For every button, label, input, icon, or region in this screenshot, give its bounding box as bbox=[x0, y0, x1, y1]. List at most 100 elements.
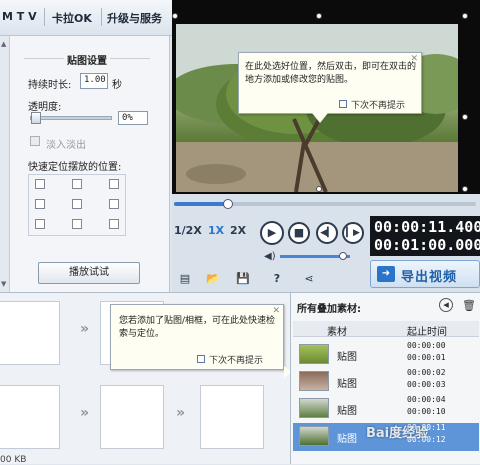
tab-divider bbox=[44, 8, 45, 26]
chevron-right-icon: » bbox=[80, 405, 90, 421]
share-icon[interactable]: ⋖ bbox=[302, 272, 316, 286]
storyboard-slot[interactable] bbox=[100, 385, 164, 449]
material-name: 贴图 bbox=[337, 379, 357, 390]
resize-handle[interactable] bbox=[462, 114, 468, 120]
previous-frame-button[interactable]: ◀▎ bbox=[316, 222, 338, 244]
column-time: 起止时间 bbox=[407, 327, 447, 338]
tab-karaoke[interactable]: 卡拉OK bbox=[52, 10, 92, 26]
tab-mtv[interactable]: M T V bbox=[2, 10, 37, 23]
progress-fill bbox=[174, 202, 229, 206]
position-top-left[interactable] bbox=[35, 179, 45, 189]
position-bottom-left[interactable] bbox=[35, 219, 45, 229]
chevron-right-icon: » bbox=[80, 321, 90, 337]
material-start: 00:00:02 bbox=[407, 368, 446, 377]
scroll-down-icon[interactable]: ▼ bbox=[1, 280, 6, 288]
preview-tip-bubble: ✕ 在此处选好位置，然后双击，即可在双击的地方添加或修改您的贴图。 下次不再提示 bbox=[238, 52, 422, 114]
resize-handle[interactable] bbox=[462, 13, 468, 19]
left-scroll-strip[interactable]: ▲ ▼ bbox=[0, 36, 10, 292]
tab-upgrade-service[interactable]: 升级与服务 bbox=[107, 10, 162, 26]
preview-tip-text: 在此处选好位置，然后双击，即可在双击的地方添加或修改您的贴图。 bbox=[245, 62, 417, 85]
volume-icon[interactable]: ◀) bbox=[264, 251, 276, 262]
speed-half[interactable]: 1/2X bbox=[174, 224, 202, 237]
watermark-logo: Bai度经验 bbox=[366, 426, 429, 441]
next-frame-button[interactable]: ▎▶ bbox=[342, 222, 364, 244]
previous-icon: ◀▎ bbox=[320, 228, 334, 238]
position-grid bbox=[28, 174, 126, 236]
export-video-label: 导出视频 bbox=[401, 270, 458, 285]
trash-icon[interactable]: 🗑 bbox=[461, 298, 477, 314]
storyboard-slot[interactable] bbox=[200, 385, 264, 449]
open-folder-icon[interactable]: 📂 bbox=[206, 272, 220, 286]
chevron-right-icon: » bbox=[176, 405, 186, 421]
current-time: 00:00:11.400 bbox=[374, 218, 480, 236]
storyboard-tip-text: 您若添加了贴图/相框，可在此处快速检索与定位。 bbox=[119, 316, 276, 339]
volume-thumb[interactable] bbox=[339, 252, 347, 260]
new-project-icon[interactable]: ▤ bbox=[178, 272, 192, 286]
export-video-button[interactable]: ➜ 导出视频 bbox=[370, 260, 480, 288]
speed-normal[interactable]: 1X bbox=[208, 224, 224, 237]
time-display: 00:00:11.400 00:01:00.000 bbox=[370, 216, 480, 256]
position-middle-left[interactable] bbox=[35, 199, 45, 209]
column-material: 素材 bbox=[327, 327, 347, 338]
play-button[interactable]: ▶ bbox=[260, 221, 284, 245]
stop-icon: ■ bbox=[293, 226, 305, 239]
position-top-center[interactable] bbox=[72, 179, 82, 189]
preview-tip-checkbox-label: 下次不再提示 bbox=[351, 101, 406, 111]
resize-handle[interactable] bbox=[462, 186, 468, 192]
speed-double[interactable]: 2X bbox=[230, 224, 246, 237]
scroll-up-icon[interactable]: ▲ bbox=[1, 40, 6, 48]
resize-handle[interactable] bbox=[316, 186, 322, 192]
material-row[interactable]: 贴图 00:00:00 00:00:01 bbox=[293, 341, 479, 369]
material-start: 00:00:00 bbox=[407, 341, 446, 350]
storyboard-slot[interactable] bbox=[0, 385, 60, 449]
storyboard-slot[interactable] bbox=[0, 301, 60, 365]
save-icon[interactable]: 💾 bbox=[236, 272, 250, 286]
storyboard-tip-bubble: ✕ 您若添加了贴图/相框，可在此处快速检索与定位。 下次不再提示 bbox=[110, 304, 284, 370]
preview-tip-checkbox[interactable] bbox=[339, 100, 347, 108]
playback-controls: 1/2X 1X 2X ▶ ■ ◀▎ ▎▶ 00:00:11.400 00:01:… bbox=[172, 194, 480, 292]
opacity-slider[interactable] bbox=[30, 112, 112, 124]
material-thumbnail bbox=[299, 371, 329, 391]
progress-bar[interactable] bbox=[174, 199, 476, 209]
duration-label: 持续时长: bbox=[28, 80, 72, 91]
opacity-label: 透明度: bbox=[28, 102, 62, 113]
position-top-right[interactable] bbox=[109, 179, 119, 189]
help-icon[interactable]: ? bbox=[270, 272, 284, 286]
material-start: 00:00:04 bbox=[407, 395, 446, 404]
fade-checkbox[interactable] bbox=[30, 136, 40, 146]
duration-input[interactable]: 1.00 bbox=[80, 73, 108, 89]
opacity-slider-thumb[interactable] bbox=[31, 112, 41, 124]
materials-title: 所有叠加素材: bbox=[297, 304, 361, 315]
position-bottom-right[interactable] bbox=[109, 219, 119, 229]
position-middle-right[interactable] bbox=[109, 199, 119, 209]
resize-handle[interactable] bbox=[172, 13, 178, 19]
section-title: 贴图设置 bbox=[64, 52, 110, 67]
material-row[interactable]: 贴图 00:00:02 00:00:03 bbox=[293, 368, 479, 396]
material-end: 00:00:10 bbox=[407, 407, 446, 416]
storyboard-tip-checkbox-label: 下次不再提示 bbox=[209, 356, 264, 366]
material-row[interactable]: 贴图 00:00:04 00:00:10 bbox=[293, 395, 479, 423]
sticker-settings-panel: ▲ ▼ 贴图设置 持续时长: 1.00 秒 透明度: 0% 淡入淡出 快速定位摆… bbox=[0, 36, 170, 292]
stop-button[interactable]: ■ bbox=[288, 222, 310, 244]
locate-icon[interactable]: ◂ bbox=[439, 298, 453, 312]
volume-slider[interactable] bbox=[280, 252, 350, 260]
play-test-button[interactable]: 播放试试 bbox=[38, 262, 140, 284]
position-bottom-center[interactable] bbox=[72, 219, 82, 229]
storyboard-tip-checkbox[interactable] bbox=[197, 355, 205, 363]
top-tab-bar: M T V 卡拉OK 升级与服务 bbox=[0, 0, 172, 36]
materials-header: 素材 起止时间 bbox=[293, 321, 479, 338]
material-name: 贴图 bbox=[337, 406, 357, 417]
duration-unit: 秒 bbox=[112, 80, 122, 91]
progress-thumb[interactable] bbox=[223, 199, 234, 209]
opacity-input[interactable]: 0% bbox=[118, 111, 148, 125]
material-end: 00:00:03 bbox=[407, 380, 446, 389]
material-name: 贴图 bbox=[337, 352, 357, 363]
tip-pointer bbox=[312, 113, 328, 123]
material-end: 00:00:01 bbox=[407, 353, 446, 362]
position-center[interactable] bbox=[72, 199, 82, 209]
material-thumbnail bbox=[299, 344, 329, 364]
total-time: 00:01:00.000 bbox=[374, 236, 480, 254]
play-icon: ▶ bbox=[267, 226, 277, 239]
export-icon: ➜ bbox=[377, 266, 395, 282]
resize-handle[interactable] bbox=[316, 13, 322, 19]
